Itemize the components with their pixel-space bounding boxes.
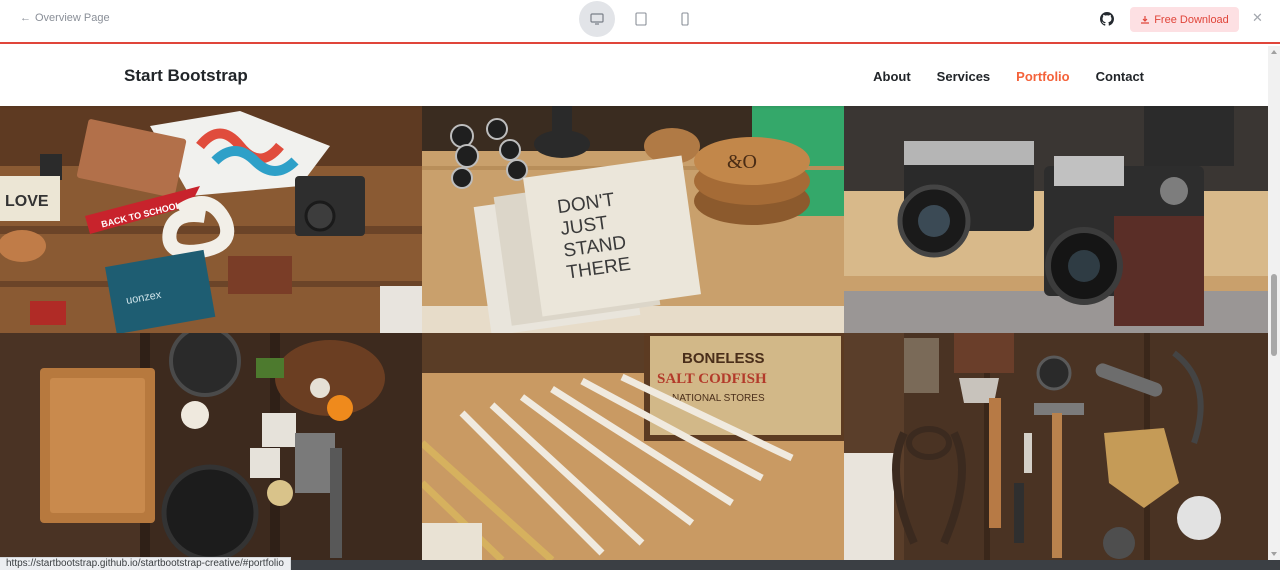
notebooks-image: &O DON'T JUST STAND THERE xyxy=(422,106,844,333)
crate-label: SALT CODFISH xyxy=(657,371,767,387)
kitchen-image xyxy=(0,333,422,560)
close-icon[interactable]: ✕ xyxy=(1252,10,1263,26)
portfolio-grid: LOVE BACK TO SCHOOL uonzex &O DON'T JUST… xyxy=(0,106,1268,560)
portfolio-item-rulers[interactable]: BONELESS SALT CODFISH NATIONAL STORES xyxy=(422,333,844,560)
nav-contact[interactable]: Contact xyxy=(1096,69,1144,84)
portfolio-item-flatlay[interactable]: LOVE BACK TO SCHOOL uonzex xyxy=(0,106,422,333)
nav-links: About Services Portfolio Contact xyxy=(873,69,1144,84)
preview-toolbar: ← Overview Page Free Download ✕ xyxy=(0,0,1280,44)
tablet-icon xyxy=(635,12,647,26)
nav-portfolio[interactable]: Portfolio xyxy=(1016,69,1069,84)
github-icon[interactable] xyxy=(1100,12,1114,26)
link-status-bar: https://startbootstrap.github.io/startbo… xyxy=(0,557,291,570)
mobile-icon xyxy=(681,12,689,26)
svg-text:&O: &O xyxy=(727,151,757,173)
mobile-view-button[interactable] xyxy=(667,1,703,37)
nav-services[interactable]: Services xyxy=(937,69,991,84)
arrow-left-icon: ← xyxy=(20,12,31,24)
tools-image xyxy=(844,333,1268,560)
desktop-icon xyxy=(590,13,604,25)
portfolio-item-tools[interactable] xyxy=(844,333,1268,560)
desktop-view-button[interactable] xyxy=(579,1,615,37)
flatlay-image: LOVE BACK TO SCHOOL uonzex xyxy=(0,106,422,333)
svg-text:NATIONAL STORES: NATIONAL STORES xyxy=(672,393,765,404)
device-switcher xyxy=(579,0,703,38)
brand-link[interactable]: Start Bootstrap xyxy=(124,66,248,86)
scroll-down-icon[interactable] xyxy=(1271,552,1277,556)
free-download-button[interactable]: Free Download xyxy=(1130,7,1239,32)
download-icon xyxy=(1141,15,1150,24)
scroll-up-icon[interactable] xyxy=(1271,50,1277,54)
scrollbar-thumb[interactable] xyxy=(1271,274,1277,356)
portfolio-item-notebooks[interactable]: &O DON'T JUST STAND THERE xyxy=(422,106,844,333)
cameras-image xyxy=(844,106,1268,333)
site-preview-frame: Start Bootstrap About Services Portfolio… xyxy=(0,46,1268,560)
rulers-image: BONELESS SALT CODFISH NATIONAL STORES xyxy=(422,333,844,560)
svg-text:BONELESS: BONELESS xyxy=(682,350,765,367)
overview-page-link[interactable]: ← Overview Page xyxy=(20,12,110,24)
nav-about[interactable]: About xyxy=(873,69,911,84)
tablet-view-button[interactable] xyxy=(623,1,659,37)
page-scrollbar[interactable] xyxy=(1268,46,1280,560)
free-download-label: Free Download xyxy=(1154,13,1229,26)
site-navbar: Start Bootstrap About Services Portfolio… xyxy=(0,46,1268,106)
overview-page-label: Overview Page xyxy=(35,12,110,24)
svg-text:LOVE: LOVE xyxy=(5,193,49,210)
portfolio-item-kitchen[interactable] xyxy=(0,333,422,560)
portfolio-item-cameras[interactable] xyxy=(844,106,1268,333)
